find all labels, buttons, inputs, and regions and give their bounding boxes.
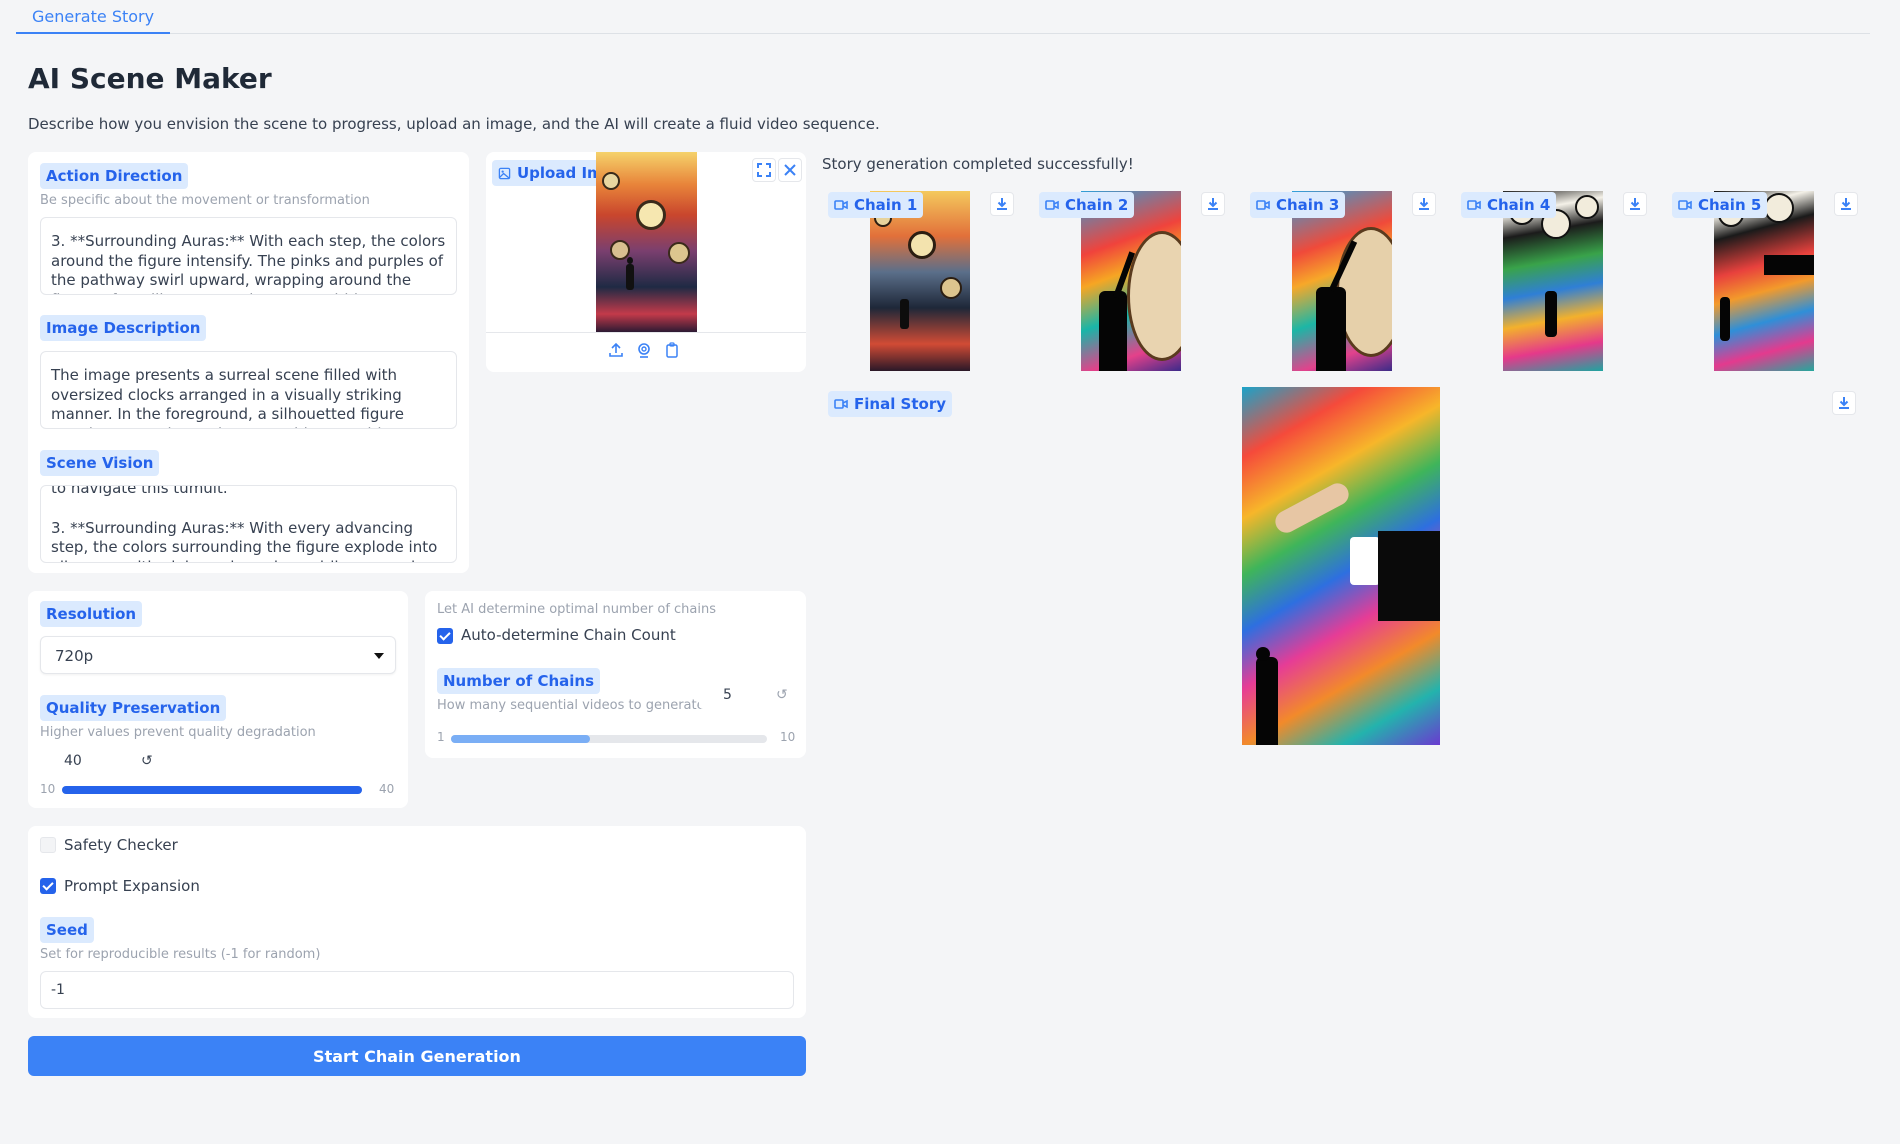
prompt-panel: Action Direction Be specific about the m… — [28, 152, 469, 573]
reset-icon[interactable]: ↺ — [776, 687, 788, 703]
chain-card: Chain 4 — [1455, 187, 1657, 371]
tab-bar: Generate Story — [16, 0, 1870, 34]
resolution-label: Resolution — [40, 601, 143, 627]
video-icon — [1045, 200, 1059, 210]
quality-min: 10 — [40, 782, 56, 796]
quality-label: Quality Preservation — [40, 695, 227, 721]
download-icon[interactable] — [990, 192, 1014, 216]
image-description-input[interactable]: The image presents a surreal scene fille… — [40, 351, 457, 429]
start-chain-generation-button[interactable]: Start Chain Generation — [28, 1036, 806, 1076]
num-chains-slider-fill — [451, 735, 591, 743]
advanced-panel: Safety Checker Prompt Expansion Seed Set… — [28, 826, 806, 1018]
chain-label: Chain 5 — [1672, 192, 1768, 218]
num-chains-min: 1 — [437, 730, 445, 744]
chain-card: Chain 5 — [1666, 187, 1868, 371]
reset-icon[interactable]: ↺ — [141, 753, 153, 769]
chain-card: Chain 1 — [822, 187, 1024, 371]
page-description: Describe how you envision the scene to p… — [28, 115, 880, 133]
close-icon[interactable] — [778, 158, 802, 182]
video-icon — [834, 399, 848, 409]
webcam-icon[interactable] — [636, 342, 652, 362]
chain-card: Chain 2 — [1033, 187, 1235, 371]
chain-label: Chain 4 — [1461, 192, 1557, 218]
final-story-video[interactable] — [1242, 387, 1440, 745]
chain-count-panel: Let AI determine optimal number of chain… — [425, 591, 806, 758]
safety-checker-checkbox[interactable] — [40, 837, 56, 853]
num-chains-hint: How many sequential videos to generate — [437, 698, 705, 713]
scene-vision-label: Scene Vision — [40, 450, 160, 476]
final-story-label: Final Story — [828, 391, 953, 417]
upload-image-panel: Upload Image — [486, 152, 806, 372]
seed-hint: Set for reproducible results (-1 for ran… — [40, 947, 321, 962]
action-direction-hint: Be specific about the movement or transf… — [40, 193, 370, 208]
prompt-expansion-label: Prompt Expansion — [64, 877, 200, 895]
resolution-dropdown[interactable]: 720p — [40, 636, 396, 674]
resolution-panel: Resolution 720p Quality Preservation Hig… — [28, 591, 408, 808]
num-chains-slider[interactable] — [451, 735, 767, 743]
chain-label: Chain 3 — [1250, 192, 1346, 218]
quality-number-input[interactable]: 40 ↺ — [40, 749, 153, 775]
action-direction-label: Action Direction — [40, 163, 189, 189]
page-title: AI Scene Maker — [28, 62, 272, 95]
quality-hint: Higher values prevent quality degradatio… — [40, 725, 316, 740]
auto-chain-checkbox[interactable] — [437, 628, 453, 644]
download-icon[interactable] — [1623, 192, 1647, 216]
chevron-down-icon — [374, 653, 384, 659]
video-icon — [1256, 200, 1270, 210]
video-icon — [1467, 200, 1481, 210]
num-chains-label: Number of Chains — [437, 668, 601, 694]
seed-input[interactable]: -1 — [40, 971, 794, 1009]
tab-generate-story[interactable]: Generate Story — [16, 0, 171, 34]
chain-video[interactable] — [1503, 191, 1603, 371]
chain-video[interactable] — [1292, 191, 1392, 371]
download-icon[interactable] — [1201, 192, 1225, 216]
upload-icon[interactable] — [608, 342, 624, 362]
quality-slider-fill — [62, 786, 362, 794]
download-icon[interactable] — [1832, 391, 1856, 415]
quality-max: 40 — [379, 782, 395, 796]
scene-vision-input[interactable]: to navigate this tumult. 3. **Surroundin… — [40, 485, 457, 563]
chain-video[interactable] — [1714, 191, 1814, 371]
download-icon[interactable] — [1834, 192, 1858, 216]
chain-label: Chain 2 — [1039, 192, 1135, 218]
status-message: Story generation completed successfully! — [822, 155, 1134, 173]
video-icon — [834, 200, 848, 210]
auto-chain-label: Auto-determine Chain Count — [461, 626, 676, 644]
chain-label: Chain 1 — [828, 192, 924, 218]
quality-slider[interactable] — [62, 786, 362, 794]
fullscreen-icon[interactable] — [752, 158, 776, 182]
uploaded-image — [596, 152, 697, 332]
video-icon — [1678, 200, 1692, 210]
chains-row: Chain 1 Chain 2 Chain 3 Chain 4 Chain 5 — [822, 187, 1858, 372]
chain-video[interactable] — [1081, 191, 1181, 371]
final-story-panel: Final Story — [822, 383, 1856, 745]
image-description-label: Image Description — [40, 315, 207, 341]
download-icon[interactable] — [1412, 192, 1436, 216]
seed-label: Seed — [40, 917, 94, 943]
num-chains-input[interactable]: 5 ↺ — [699, 683, 795, 709]
num-chains-max: 10 — [780, 730, 796, 744]
clipboard-icon[interactable] — [664, 342, 680, 362]
prompt-expansion-checkbox[interactable] — [40, 878, 56, 894]
safety-checker-label: Safety Checker — [64, 836, 178, 854]
chain-video[interactable] — [870, 191, 970, 371]
image-icon — [498, 167, 511, 179]
chain-card: Chain 3 — [1244, 187, 1446, 371]
action-direction-input[interactable]: 3. **Surrounding Auras:** With each step… — [40, 217, 457, 295]
auto-chain-hint: Let AI determine optimal number of chain… — [437, 602, 717, 617]
upload-divider — [486, 332, 806, 333]
